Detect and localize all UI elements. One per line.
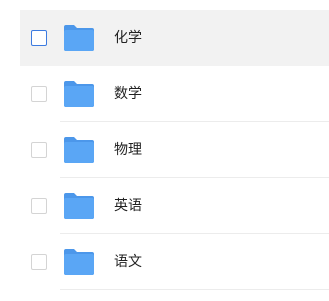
row-checkbox[interactable] [31,254,47,270]
folder-row-math[interactable]: 数学 [20,66,329,122]
folder-icon [64,137,94,163]
folder-icon [64,81,94,107]
folder-row-chinese[interactable]: 语文 [20,234,329,290]
folder-row-physics[interactable]: 物理 [20,122,329,178]
row-checkbox[interactable] [31,30,47,46]
row-divider [60,289,329,290]
folder-name: 语文 [114,254,142,270]
folder-name: 英语 [114,198,142,214]
row-checkbox[interactable] [31,198,47,214]
row-checkbox[interactable] [31,86,47,102]
folder-name: 数学 [114,86,142,102]
folder-list: 化学 数学 物理 英语 语文 [0,0,329,301]
folder-name: 物理 [114,142,142,158]
folder-name: 化学 [114,30,142,46]
folder-icon [64,25,94,51]
folder-icon [64,249,94,275]
folder-row-chemistry[interactable]: 化学 [20,10,329,66]
folder-icon [64,193,94,219]
folder-row-english[interactable]: 英语 [20,178,329,234]
row-checkbox[interactable] [31,142,47,158]
